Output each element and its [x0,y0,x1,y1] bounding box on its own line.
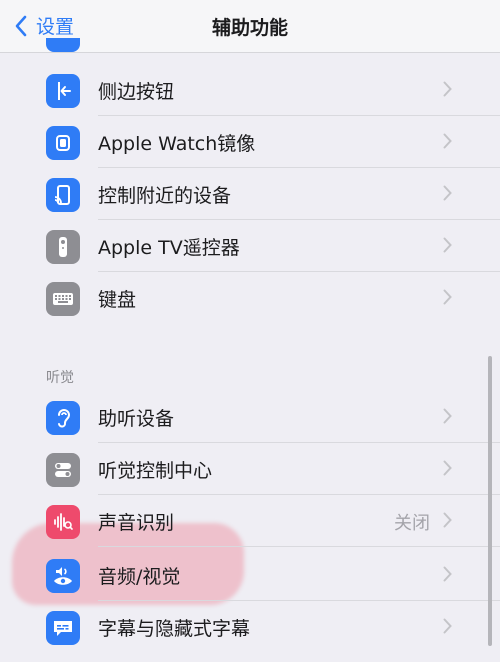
chevron-right-icon [443,618,452,634]
keyboard-icon [46,282,80,316]
row-apple-watch-mirroring[interactable]: Apple Watch镜像 [0,116,500,168]
row-label: 字幕与隐藏式字幕 [98,618,251,640]
chevron-right-icon [443,512,452,528]
toggle-switches-icon [46,453,80,487]
row-label: 助听设备 [98,408,175,430]
chevron-right-icon [443,185,452,201]
row-label: 听觉控制中心 [98,460,213,482]
nearby-devices-icon [46,178,80,212]
chevron-right-icon [443,237,452,253]
row-hearing-devices[interactable]: 助听设备 [0,391,500,443]
row-subtitles-captioning[interactable]: 字幕与隐藏式字幕 [0,601,500,653]
chevron-right-icon [443,566,452,582]
row-label: 控制附近的设备 [98,185,232,207]
row-value: 关闭 [394,513,430,534]
chevron-right-icon [443,408,452,424]
page-title: 辅助功能 [211,17,288,39]
row-audio-visual[interactable]: 音频/视觉 [0,549,500,601]
row-label: 声音识别 [98,512,175,534]
row-label: 音频/视觉 [98,566,181,588]
row-apple-tv-remote[interactable]: Apple TV遥控器 [0,220,500,272]
side-button-icon [46,74,80,108]
row-divider [98,546,500,547]
previous-row-icon [46,38,80,52]
section-header-hearing: 听觉 [46,370,74,386]
row-label: 侧边按钮 [98,81,175,103]
row-side-button[interactable]: 侧边按钮 [0,64,500,116]
row-control-nearby-devices[interactable]: 控制附近的设备 [0,168,500,220]
chevron-right-icon [443,460,452,476]
row-keyboard[interactable]: 键盘 [0,272,500,324]
chevron-right-icon [443,289,452,305]
speaker-eye-icon [46,559,80,593]
scroll-indicator[interactable] [488,356,492,646]
row-sound-recognition[interactable]: 声音识别 关闭 [0,495,500,547]
apple-watch-icon [46,126,80,160]
chevron-right-icon [443,81,452,97]
tv-remote-icon [46,230,80,264]
sound-waveform-icon [46,505,80,539]
row-label: Apple TV遥控器 [98,237,240,259]
ear-icon [46,401,80,435]
row-hearing-control-center[interactable]: 听觉控制中心 [0,443,500,495]
chevron-right-icon [443,133,452,149]
speech-bubble-icon [46,611,80,645]
row-label: 键盘 [98,289,137,311]
row-label: Apple Watch镜像 [98,133,256,155]
